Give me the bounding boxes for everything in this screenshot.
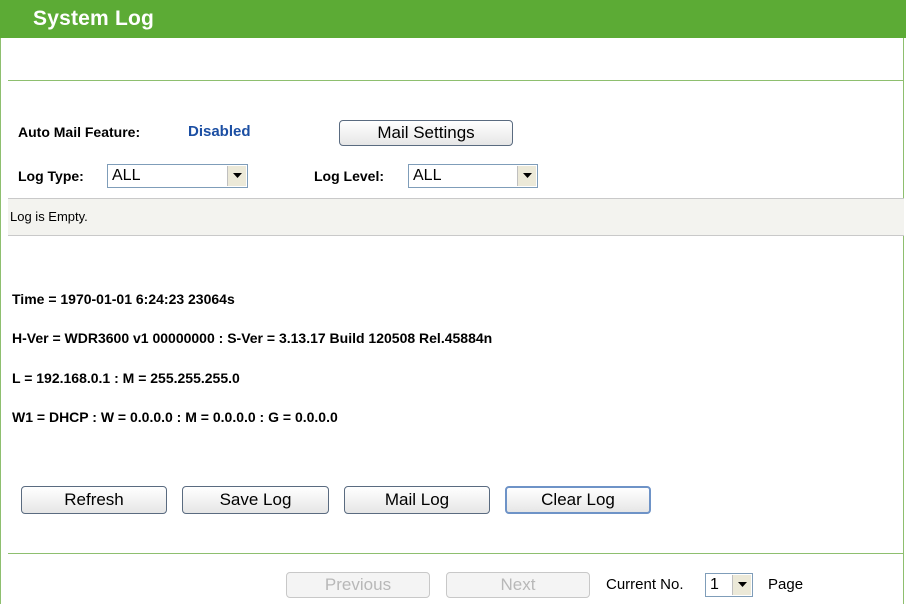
chevron-down-icon[interactable] (517, 166, 536, 186)
title-bar: System Log (0, 0, 906, 38)
next-button[interactable]: Next (446, 572, 590, 598)
log-area: Log is Empty. (8, 198, 904, 236)
log-type-label: Log Type: (18, 168, 84, 184)
divider-top (8, 80, 904, 81)
info-wan: W1 = DHCP : W = 0.0.0.0 : M = 0.0.0.0 : … (12, 409, 338, 425)
mail-settings-button[interactable]: Mail Settings (339, 120, 513, 146)
auto-mail-status: Disabled (188, 123, 251, 140)
page-title: System Log (33, 7, 155, 30)
mail-log-button[interactable]: Mail Log (344, 486, 490, 514)
divider-bottom (8, 553, 904, 554)
log-type-select[interactable]: ALL (107, 164, 248, 188)
page-label: Page (768, 576, 804, 593)
chevron-down-icon[interactable] (227, 166, 246, 186)
auto-mail-label: Auto Mail Feature: (18, 124, 141, 140)
info-time: Time = 1970-01-01 6:24:23 23064s (12, 291, 235, 307)
log-level-select[interactable]: ALL (408, 164, 538, 188)
refresh-button[interactable]: Refresh (21, 486, 167, 514)
previous-button[interactable]: Previous (286, 572, 430, 598)
info-version: H-Ver = WDR3600 v1 00000000 : S-Ver = 3.… (12, 330, 493, 346)
page-select[interactable]: 1 (705, 573, 753, 597)
chevron-down-icon[interactable] (732, 575, 751, 595)
page-select-value: 1 (710, 576, 719, 593)
log-level-value: ALL (413, 167, 442, 184)
save-log-button[interactable]: Save Log (182, 486, 329, 514)
clear-log-button[interactable]: Clear Log (505, 486, 651, 514)
log-message: Log is Empty. (10, 209, 88, 224)
current-no-label: Current No. (606, 576, 684, 593)
log-type-value: ALL (112, 167, 141, 184)
log-level-label: Log Level: (314, 168, 385, 184)
info-lan: L = 192.168.0.1 : M = 255.255.255.0 (12, 370, 240, 386)
